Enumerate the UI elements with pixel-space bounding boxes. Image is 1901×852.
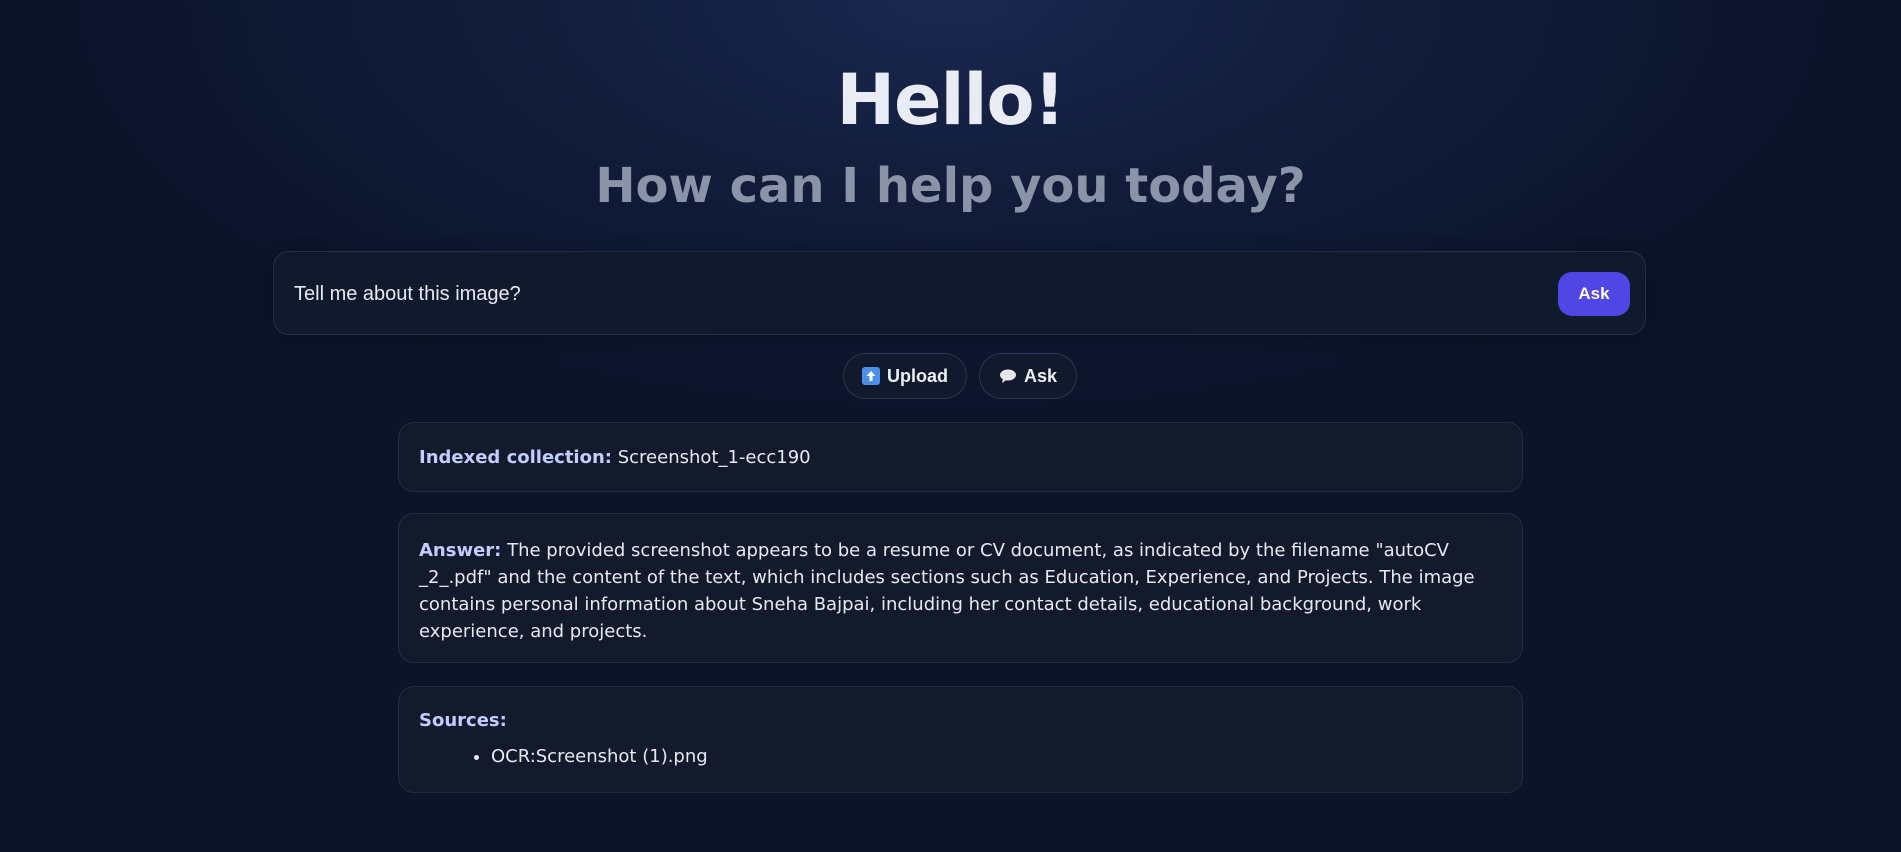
- page-subtitle: How can I help you today?: [595, 158, 1306, 214]
- speech-bubble-icon: [999, 367, 1017, 385]
- source-item: OCR:Screenshot (1).png: [491, 743, 1502, 770]
- answer-card: Answer: The provided screenshot appears …: [398, 513, 1523, 663]
- ask-mode-button-label: Ask: [1023, 365, 1058, 386]
- sources-label: Sources:: [419, 710, 507, 731]
- answer-label: Answer:: [419, 540, 502, 561]
- query-input[interactable]: [294, 272, 1524, 316]
- ask-mode-button[interactable]: Ask: [979, 353, 1077, 399]
- answer-text: The provided screenshot appears to be a …: [419, 540, 1475, 642]
- upload-button-label: Upload: [887, 365, 948, 386]
- indexed-collection-value: Screenshot_1-ecc190: [617, 446, 811, 468]
- page-title: Hello!: [836, 59, 1065, 141]
- indexed-collection-card: Indexed collection: Screenshot_1-ecc190: [398, 422, 1523, 492]
- sources-card: Sources: OCR:Screenshot (1).png: [398, 686, 1523, 793]
- query-box: Ask: [273, 251, 1646, 335]
- upload-button[interactable]: Upload: [843, 353, 967, 399]
- ask-submit-button[interactable]: Ask: [1558, 272, 1630, 316]
- sources-list: OCR:Screenshot (1).png: [419, 743, 1502, 770]
- upload-arrow-icon: [862, 367, 880, 385]
- indexed-collection-label: Indexed collection:: [419, 446, 612, 468]
